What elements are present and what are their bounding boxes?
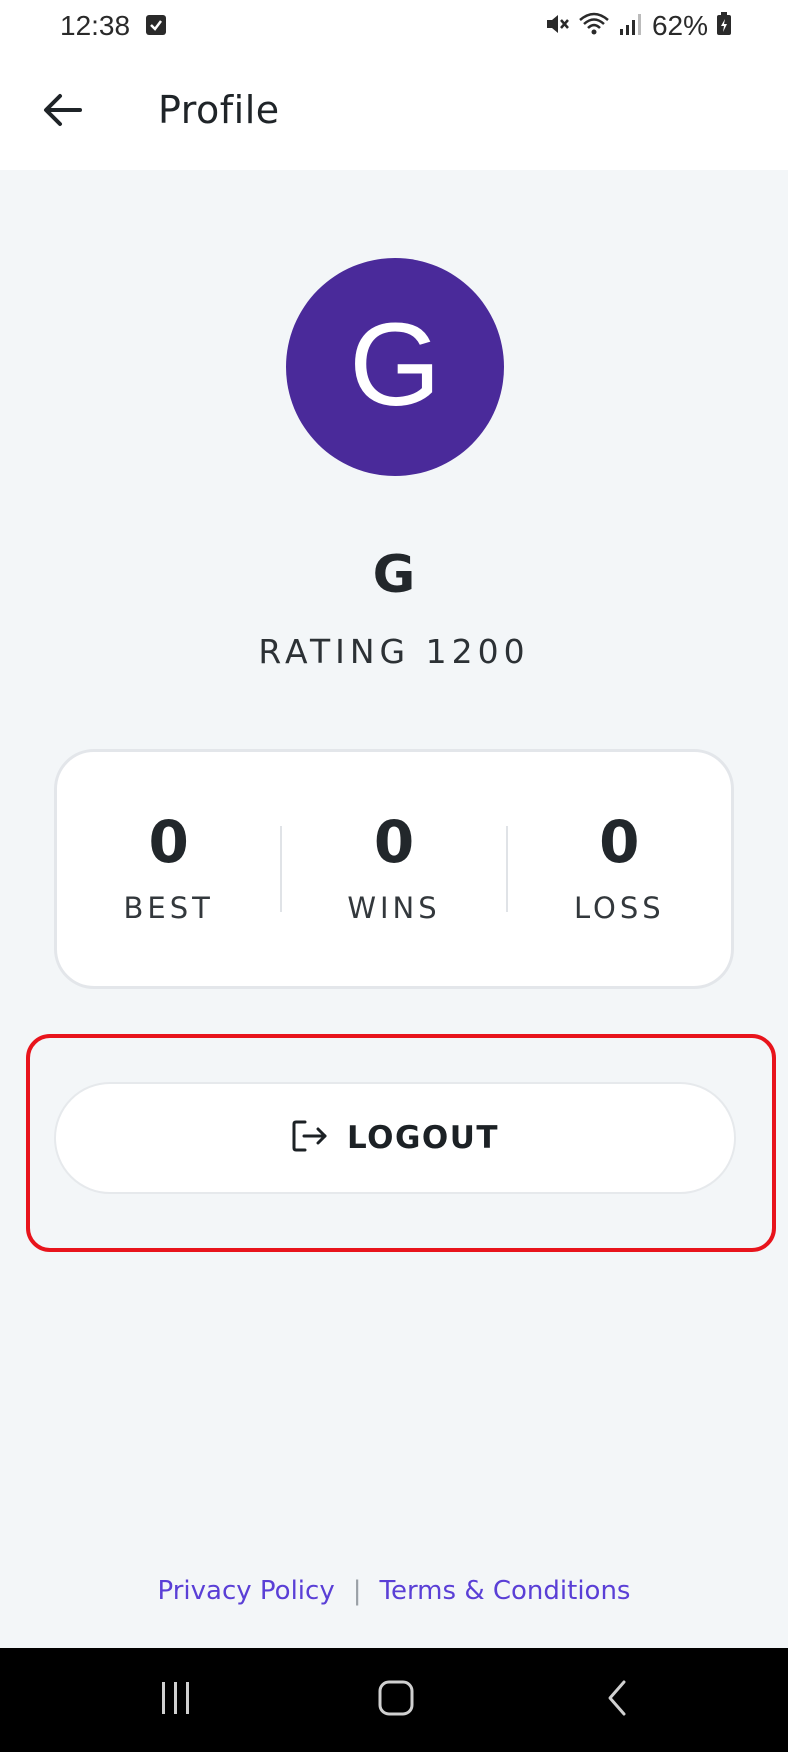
stat-loss: 0 LOSS [508,813,731,925]
logout-label: LOGOUT [346,1120,500,1156]
avatar: G [286,258,504,476]
home-icon [376,1678,416,1722]
avatar-letter: G [349,299,441,431]
stat-label: LOSS [573,891,665,925]
system-nav-bar [0,1648,788,1752]
terms-link[interactable]: Terms & Conditions [379,1576,630,1606]
username: G [372,545,416,605]
battery-percent: 62% [651,10,708,41]
status-bar: 12:38 62% [0,0,788,56]
arrow-left-icon [42,92,82,132]
page-title: Profile [158,88,280,132]
mute-icon [544,11,570,41]
status-time: 12:38 [60,10,131,41]
battery-icon [716,11,732,41]
stat-value: 0 [373,808,415,876]
stat-value: 0 [599,808,640,876]
stat-value: 0 [148,808,189,876]
footer-separator: | [352,1576,362,1606]
status-icons: 62% [544,10,732,42]
recent-apps-icon [156,1678,196,1722]
nav-back-button[interactable] [588,1676,648,1724]
privacy-policy-link[interactable]: Privacy Policy [158,1576,335,1606]
check-notification-icon [146,15,166,35]
app-bar: Profile [0,56,788,170]
stats-card: 0 BEST 0 WINS 0 LOSS [54,749,734,989]
recent-apps-button[interactable] [146,1676,206,1724]
stat-label: BEST [123,891,214,925]
signal-icon [618,11,644,41]
rating-text: RATING 1200 [258,632,530,671]
wifi-icon [578,11,610,41]
stat-best: 0 BEST [57,813,280,925]
home-button[interactable] [366,1676,426,1724]
logout-button[interactable]: LOGOUT [54,1082,736,1194]
footer-links: Privacy Policy | Terms & Conditions [0,1576,788,1606]
stat-wins: 0 WINS [282,813,505,925]
back-icon [598,1678,638,1722]
logout-icon [291,1119,329,1157]
back-button[interactable] [36,86,88,138]
stat-label: WINS [347,891,441,925]
